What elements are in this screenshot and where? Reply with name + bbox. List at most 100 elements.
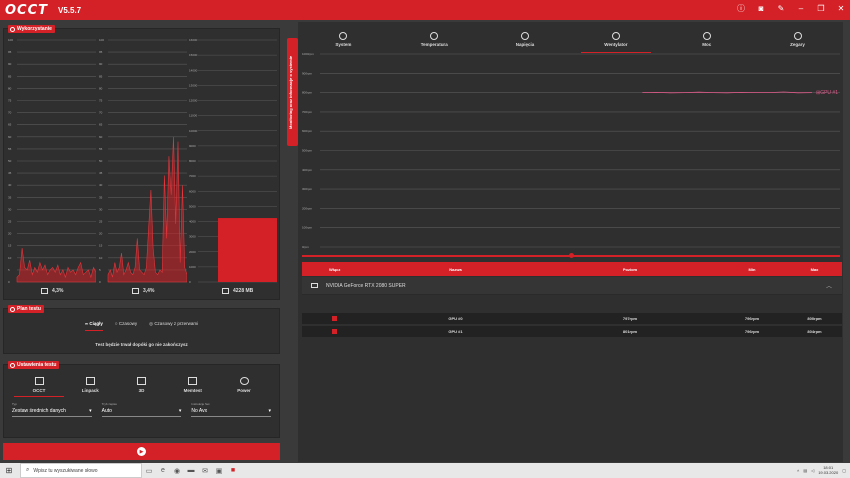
enable-checkbox[interactable] [332,315,337,321]
cpu-usage-chart: 100 95 90 85 80 75 70 65 60 55 50 45 40 35 30 25 20 15 10 5… [8,37,96,285]
monitoring-side-tab[interactable]: Monitoring oraz informacje o systemie [287,38,298,146]
tick-label: 10 [99,256,103,260]
type-select[interactable]: Typ Zestaw średnich danych ▾ [12,402,92,417]
tick-label: 50 [8,159,12,163]
volume-icon[interactable]: ◁ [811,468,814,473]
test-linpack[interactable]: Linpack [65,377,115,397]
chart-resize-slider[interactable] [302,253,840,258]
clock[interactable]: 18:01 19.03.2020 [818,465,838,475]
gpu-icon [137,377,146,385]
chevron-up-icon: ︿ [825,284,832,290]
tick-label: 500rpm [302,149,313,153]
start-test-button[interactable]: ▶ [3,443,280,460]
folder-icon[interactable]: ▬ [184,463,198,478]
plug-icon [521,32,530,40]
chrome-icon[interactable]: ◉ [170,463,184,478]
minimize-icon[interactable]: – [796,4,806,14]
test-3d[interactable]: 3D [117,377,167,397]
write-mode-select[interactable]: Tryb zapisu Auto ▾ [101,402,182,417]
tick-label: 800rpm [302,91,313,95]
edge-icon[interactable]: e [156,463,170,478]
ram-usage-area [218,218,277,282]
test-memtest[interactable]: Memtest [168,377,218,397]
tab-temperature[interactable]: Temperatura [399,32,469,53]
tick-label: 100 [8,38,13,42]
tick-label: 7000 [189,174,196,178]
gpu-usage-stat: 3,4% [132,288,154,294]
taskbar-search[interactable]: ⌕ Wpisz tu wyszukiwane słowo [20,463,142,478]
taskbar: ⊞ ⌕ Wpisz tu wyszukiwane słowo ▭ e ◉ ▬ ✉ … [0,463,850,478]
tray-chevron-icon[interactable]: ˄ [797,468,799,473]
test-occt[interactable]: OCCT [14,377,64,397]
restore-icon[interactable]: ❐ [816,4,826,14]
tick-label: 300rpm [302,187,313,191]
ram-icon [222,288,229,294]
tick-label: 85 [99,74,103,78]
tick-label: 100rpm [302,226,313,230]
tick-label: 400rpm [302,168,313,172]
memory-icon [188,377,198,385]
notifications-icon[interactable]: ▢ [842,468,846,473]
plan-panel: Plan testu ∞ Ciągły ○ Czasowy ◎ Czasowy … [3,305,280,354]
windows-start-icon[interactable]: ⊞ [2,466,16,475]
tab-fans[interactable]: Wentylator [580,32,651,53]
tick-label: 55 [8,147,12,151]
test-power[interactable]: Power [219,377,269,397]
task-view-icon[interactable]: ▭ [142,463,156,478]
title-bar: OCCT V5.5.7 ⓘ ◙ ✎ – ❐ ✕ [0,0,850,20]
tick-label: 10000 [189,129,198,133]
tick-label: 20 [99,232,103,236]
tick-label: 55 [99,147,103,151]
sensor-group-gpu[interactable]: NVIDIA GeForce RTX 2080 SUPER ︿ [302,277,842,295]
tick-label: 200rpm [302,206,313,210]
mode-continuous[interactable]: ∞ Ciągły [84,321,103,331]
tick-label: 45 [8,171,12,175]
tick-label: 70 [99,111,103,115]
instruction-set-select[interactable]: Instrukcje Set No Avx ▾ [191,402,272,417]
tick-label: 15 [8,244,12,248]
tick-label: 45 [99,171,103,175]
tick-label: 700rpm [302,110,313,114]
camera-icon[interactable]: ◙ [756,4,766,14]
tick-label: 2000 [189,250,196,254]
tick-label: 9000 [189,144,196,148]
tab-voltage[interactable]: Napięcia [490,32,560,53]
settings-panel: Ustawienia testu OCCT Linpack 3D Memtest… [3,361,280,438]
gpu-icon [132,288,139,294]
chevron-down-icon: ▾ [268,408,272,414]
play-icon: ▶ [137,447,146,456]
tick-label: 0 [189,280,191,284]
tick-label: 12000 [189,99,198,103]
tick-label: 50 [99,159,103,163]
tick-label: 600rpm [302,129,313,133]
info-icon[interactable]: ⓘ [736,4,746,14]
network-icon[interactable]: ▤ [803,468,807,473]
enable-checkbox[interactable] [332,328,337,334]
app-icon[interactable]: ▣ [212,463,226,478]
tab-system[interactable]: System [308,32,378,53]
tick-label: 13000 [189,83,198,87]
tick-label: 14000 [189,68,198,72]
tab-clocks[interactable]: Zegary [763,32,833,53]
tab-power[interactable]: Moc [672,32,742,53]
table-row: GPU #1 801rpm 796rpm 804rpm [302,326,842,338]
occt-taskbar-icon[interactable]: ■ [226,463,240,478]
tick-label: 100 [99,38,104,42]
chevron-down-icon: ▾ [89,408,92,414]
wrench-icon[interactable]: ✎ [776,4,786,14]
cpu-icon [41,288,48,294]
tick-label: 65 [99,123,103,127]
tick-label: 40 [8,183,12,187]
table-row: GPU #0 797rpm 796rpm 800rpm [302,313,842,325]
tick-label: 5 [8,268,10,272]
tick-label: 80 [99,86,103,90]
tick-label: 0 [8,280,10,284]
mode-timed[interactable]: ○ Czasowy [115,321,137,331]
tick-label: 85 [8,74,12,78]
close-icon[interactable]: ✕ [836,4,846,14]
tick-label: 4000 [189,220,196,224]
tick-label: 95 [99,50,103,54]
mode-timed-breaks[interactable]: ◎ Czasowy z przerwami [149,321,198,331]
mail-icon[interactable]: ✉ [198,463,212,478]
slider-handle [569,253,574,258]
